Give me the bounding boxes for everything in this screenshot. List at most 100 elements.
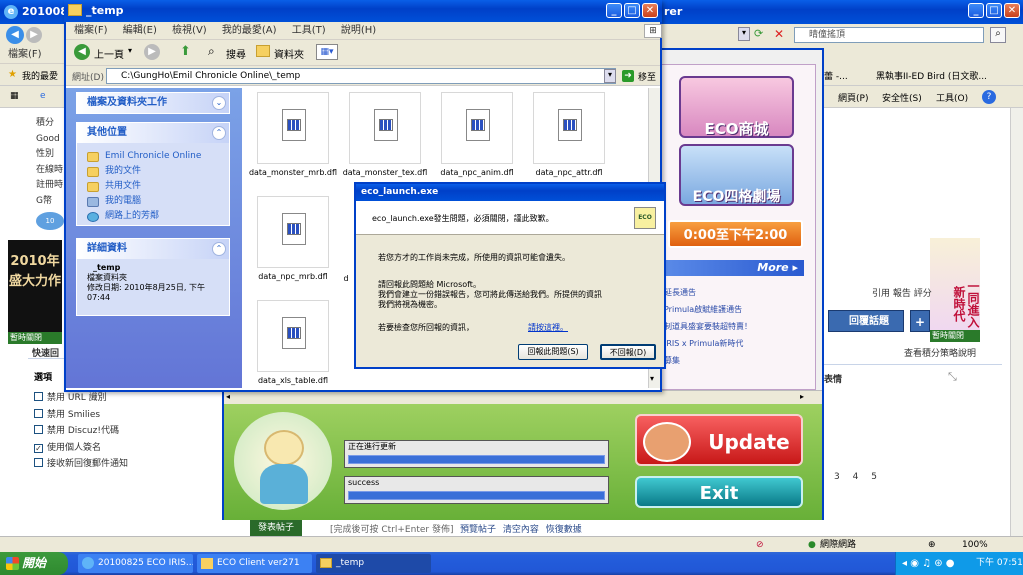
pane-details-title[interactable]: 詳細資料	[77, 239, 229, 259]
file-item[interactable]: data_monster_tex.dfl	[340, 92, 430, 177]
explorer-maximize-button[interactable]: □	[624, 3, 640, 18]
ie-tabs-grid-icon[interactable]: ▦	[10, 91, 19, 101]
option-row[interactable]: 禁用 URL 識別	[34, 390, 128, 407]
reply-button[interactable]: 回覆話題	[828, 310, 904, 332]
clock[interactable]: 下午 07:51	[976, 552, 1023, 575]
file-item[interactable]: data_npc_mrb.dfl	[248, 196, 338, 281]
tray-icons[interactable]: ◂ ◉ ♫ ⊛ ●	[902, 552, 955, 575]
ie-search-input[interactable]: 晴僮搖頂	[794, 27, 984, 43]
scroll-right-icon[interactable]: ▸	[800, 392, 804, 401]
file-item[interactable]: data_npc_anim.dfl	[432, 92, 522, 177]
dont-send-button[interactable]: 不回報(D)	[600, 344, 656, 360]
ie-back-icon[interactable]: ◀	[6, 26, 24, 44]
place-my-documents[interactable]: 我的文件	[77, 164, 229, 179]
update-button[interactable]: ExitUpdate	[635, 414, 803, 466]
file-item[interactable]: d	[340, 196, 352, 283]
file-item[interactable]: data_npc_attr.dfl	[524, 92, 614, 177]
views-icon[interactable]: ▦▾	[316, 44, 338, 60]
place-shared-documents[interactable]: 共用文件	[77, 179, 229, 194]
folders-label[interactable]: 資料夾	[274, 46, 304, 61]
right-ad-close[interactable]: 暫時關閉	[930, 330, 980, 342]
go-label[interactable]: 移至	[638, 70, 656, 83]
ie-scrollbar[interactable]	[1010, 108, 1023, 538]
file-item[interactable]: data_monster_mrb.dfl	[248, 92, 338, 177]
ie-favorites-label[interactable]: 我的最愛	[22, 69, 58, 82]
ie-cmd-page[interactable]: 網頁(P)	[838, 91, 868, 104]
post-links[interactable]: 預覽帖子 清空內容 恢復數據	[460, 522, 582, 535]
expand-icon[interactable]: ⤡	[948, 370, 957, 384]
option-row[interactable]: 接收新回復郵件通知	[34, 456, 128, 473]
back-label[interactable]: 上一頁	[94, 46, 124, 61]
ie-cmd-safety[interactable]: 安全性(S)	[882, 91, 922, 104]
option-checkbox[interactable]	[34, 458, 43, 467]
explorer-close-button[interactable]: ✕	[642, 3, 658, 18]
menu-view[interactable]: 檢視(V)	[172, 25, 207, 36]
new-thread-plus-icon[interactable]: +	[910, 310, 930, 332]
pane-file-tasks[interactable]: 檔案及資料夾工作 ⌄	[76, 92, 230, 114]
left-ad-close[interactable]: 暫時關閉	[8, 332, 62, 344]
option-row[interactable]: ✓ 使用個人簽名	[34, 440, 128, 457]
ie-menu-file[interactable]: 檔案(F)	[8, 49, 42, 60]
menu-edit[interactable]: 編輯(E)	[123, 25, 157, 36]
exit-button[interactable]: Exit	[635, 476, 803, 508]
chevron-up-icon[interactable]: ⌃	[212, 242, 226, 256]
place-my-computer[interactable]: 我的電腦	[77, 194, 229, 209]
send-report-button[interactable]: 回報此問題(S)	[518, 344, 588, 360]
option-checkbox[interactable]	[34, 392, 43, 401]
ie-close-button[interactable]: ✕	[1004, 3, 1020, 18]
right-ad-banner[interactable]: 一同進入新時代	[930, 238, 980, 330]
zoom-level[interactable]: 100%	[962, 537, 988, 553]
launcher-hscrollbar[interactable]: ◂ ▸	[224, 390, 822, 404]
ie-forward-icon[interactable]: ▶	[26, 27, 42, 43]
news-item[interactable]: 制道具盛宴要裝超特賣！	[664, 318, 804, 335]
promo-comic[interactable]: ECO四格劇場	[679, 144, 794, 206]
folders-icon[interactable]	[256, 45, 270, 57]
ie-search-icon[interactable]: ⌕	[990, 27, 1006, 43]
rules-link[interactable]: 查看積分策略說明	[904, 346, 976, 359]
post-submit-button[interactable]: 發表帖子	[250, 520, 302, 536]
go-arrow-icon[interactable]: ➜	[622, 70, 634, 82]
news-item[interactable]: IRIS x Primula新時代	[664, 335, 804, 352]
dialog-details-link[interactable]: 請按這裡。	[528, 322, 568, 333]
left-ad-banner[interactable]: 2010年 盛大力作	[8, 240, 62, 332]
news-item[interactable]: 募集	[664, 352, 804, 369]
ie-cmd-tools[interactable]: 工具(O)	[936, 91, 968, 104]
ie-stop-icon[interactable]: ✕	[774, 27, 788, 41]
smilies-pages[interactable]: 3 4 5	[834, 472, 877, 482]
ie-refresh-icon[interactable]: ⟳	[754, 27, 768, 41]
news-item[interactable]: 延長通告	[664, 284, 804, 301]
menu-help[interactable]: 說明(H)	[341, 25, 376, 36]
chevron-down-icon[interactable]: ⌄	[212, 96, 226, 110]
ie-address-dropdown-icon[interactable]: ▾	[738, 27, 750, 41]
news-more[interactable]: More ▸	[664, 260, 804, 276]
option-row[interactable]: 禁用 Discuz!代碼	[34, 423, 128, 440]
chevron-up-icon[interactable]: ⌃	[212, 126, 226, 140]
news-item[interactable]: Primula啟賦維護通告	[664, 301, 804, 318]
pane-other-places-title[interactable]: 其他位置	[77, 123, 229, 143]
menu-tools[interactable]: 工具(T)	[292, 25, 326, 36]
back-icon[interactable]: ◀	[74, 44, 90, 60]
back-dropdown-icon[interactable]: ▾	[128, 46, 132, 55]
address-dropdown-icon[interactable]: ▾	[604, 69, 616, 83]
ie-tab-icon[interactable]: e	[40, 91, 46, 101]
up-folder-icon[interactable]: ⬆	[180, 44, 196, 60]
post-action-links[interactable]: 引用 報告 評分	[872, 286, 932, 299]
search-icon[interactable]: ⌕	[208, 44, 215, 59]
option-checkbox-checked[interactable]: ✓	[34, 443, 43, 453]
scroll-down-icon[interactable]: ▾	[650, 374, 654, 383]
forward-icon[interactable]: ▶	[144, 44, 160, 60]
file-item[interactable]: data_xls_table.dfl	[248, 300, 338, 385]
option-checkbox[interactable]	[34, 425, 43, 434]
option-checkbox[interactable]	[34, 408, 43, 418]
ie-maximize-button[interactable]: □	[986, 3, 1002, 18]
menu-file[interactable]: 檔案(F)	[74, 25, 108, 36]
place-emil[interactable]: Emil Chronicle Online	[77, 149, 229, 164]
start-button[interactable]: 開始	[0, 552, 68, 575]
search-label[interactable]: 搜尋	[226, 46, 246, 61]
ie-minimize-button[interactable]: _	[968, 3, 984, 18]
place-network[interactable]: 網路上的芳鄰	[77, 209, 229, 224]
address-input[interactable]: C:\GungHo\Emil Chronicle Online\_temp	[106, 68, 616, 84]
promo-shop[interactable]: ECO商城	[679, 76, 794, 138]
taskbar-item-eco[interactable]: ECO Client ver271	[197, 554, 312, 573]
ie-help-icon[interactable]: ?	[982, 90, 996, 104]
